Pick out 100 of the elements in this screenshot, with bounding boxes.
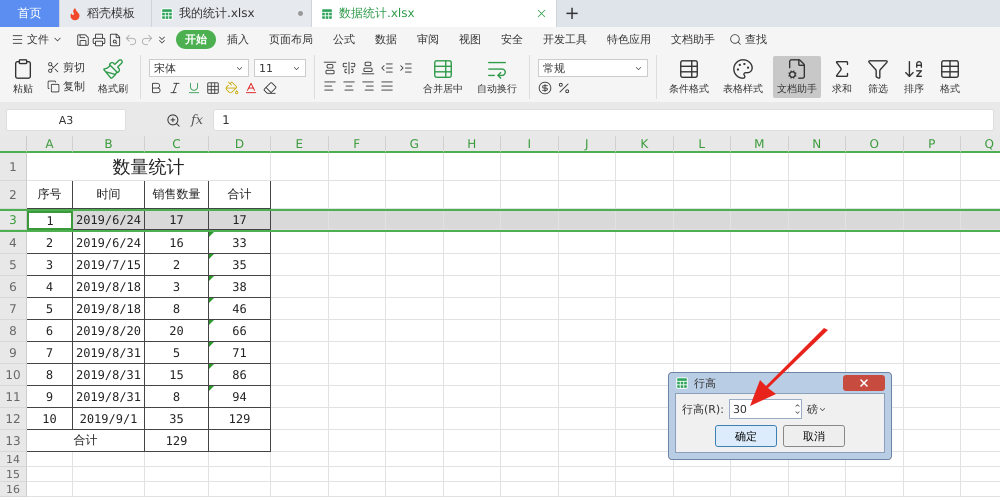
percent-icon[interactable]: [557, 81, 571, 95]
align-right-icon[interactable]: [361, 79, 375, 93]
close-button[interactable]: [843, 375, 885, 391]
save-icon[interactable]: [76, 32, 90, 46]
copy-button[interactable]: 复制: [44, 79, 88, 94]
font-size-select[interactable]: 11: [254, 59, 306, 77]
new-tab-button[interactable]: +: [557, 0, 587, 27]
format-painter-button[interactable]: 格式刷: [94, 56, 132, 98]
print-icon[interactable]: [92, 32, 106, 46]
eraser-icon[interactable]: [263, 81, 277, 95]
menu-tab[interactable]: 审阅: [408, 30, 448, 49]
ribbon-button[interactable]: 排序: [899, 56, 929, 98]
border-icon[interactable]: [206, 81, 220, 95]
menu-tab[interactable]: 开发工具: [534, 30, 596, 49]
table-cell[interactable]: 2019/6/24: [73, 211, 145, 230]
table-icon: [432, 58, 454, 80]
zoom-icon[interactable]: [166, 112, 181, 128]
menu-tab[interactable]: 公式: [324, 30, 364, 49]
row-number[interactable]: 2: [0, 181, 27, 209]
cancel-button[interactable]: 取消: [783, 425, 845, 447]
search-icon: [729, 33, 742, 46]
font-color-icon[interactable]: [244, 81, 258, 95]
name-box[interactable]: A3: [6, 109, 126, 131]
ribbon-button[interactable]: 筛选: [863, 56, 893, 98]
ribbon-button[interactable]: 表格样式: [719, 56, 767, 98]
ok-button[interactable]: 确定: [715, 425, 777, 447]
document-gear-icon: [786, 58, 808, 80]
number-format-select[interactable]: 常规: [538, 59, 648, 77]
paintbrush-icon: [102, 58, 124, 80]
row-number[interactable]: 4: [0, 232, 27, 254]
row-number[interactable]: 15: [0, 467, 27, 482]
table-cell[interactable]: 17: [209, 211, 271, 230]
document-tab[interactable]: 数据统计.xlsx: [312, 0, 557, 27]
align-middle-icon[interactable]: [342, 61, 356, 75]
copy-icon: [47, 80, 60, 93]
menu-tab[interactable]: 插入: [218, 30, 258, 49]
row-number[interactable]: 9: [0, 342, 27, 364]
row-number[interactable]: 13: [0, 430, 27, 452]
function-label[interactable]: fx: [191, 112, 204, 128]
unit-dropdown[interactable]: 磅: [806, 402, 827, 416]
table-cell[interactable]: 17: [145, 211, 209, 230]
select-all-corner[interactable]: [0, 136, 27, 153]
align-top-icon[interactable]: [323, 61, 337, 75]
table-icon: [678, 58, 700, 80]
align-bottom-icon[interactable]: [361, 61, 375, 75]
merge-center-button[interactable]: 合并居中: [419, 56, 467, 98]
document-tab[interactable]: 稻壳模板: [60, 0, 152, 27]
filter-icon: [867, 58, 889, 80]
row-number[interactable]: 14: [0, 452, 27, 467]
field-label: 行高(R):: [682, 402, 724, 416]
active-cell[interactable]: 1: [27, 211, 73, 230]
row-number[interactable]: 5: [0, 254, 27, 276]
flame-icon: [68, 6, 82, 20]
ribbon-button[interactable]: 文档助手: [773, 56, 821, 98]
currency-icon[interactable]: [538, 81, 552, 95]
underline-icon[interactable]: [187, 81, 201, 95]
menu-tab[interactable]: 数据: [366, 30, 406, 49]
bold-icon[interactable]: [149, 81, 163, 95]
menu-tab[interactable]: 文档助手: [662, 30, 724, 49]
document-tab[interactable]: 我的统计.xlsx: [152, 0, 312, 27]
row-height-field[interactable]: 30: [728, 399, 802, 419]
row-number[interactable]: 10: [0, 364, 27, 386]
ribbon-button[interactable]: 条件格式: [665, 56, 713, 98]
paste-button[interactable]: 粘贴: [8, 56, 38, 98]
search-button[interactable]: 查找: [726, 32, 770, 47]
print-preview-icon[interactable]: [108, 32, 122, 46]
indent-increase-icon[interactable]: [399, 61, 413, 75]
cut-button[interactable]: 剪切: [44, 60, 88, 75]
wrap-text-button[interactable]: 自动换行: [473, 56, 521, 98]
close-icon[interactable]: [535, 7, 548, 20]
menu-tab[interactable]: 页面布局: [260, 30, 322, 49]
row-number[interactable]: 1: [0, 153, 27, 181]
more-icon[interactable]: [156, 34, 168, 46]
menu-tab[interactable]: 安全: [492, 30, 532, 49]
clipboard-icon: [12, 58, 34, 80]
row-number[interactable]: 11: [0, 386, 27, 408]
align-left-icon[interactable]: [323, 79, 337, 93]
justify-icon[interactable]: [380, 79, 394, 93]
row-number[interactable]: 8: [0, 320, 27, 342]
fill-color-icon[interactable]: [225, 81, 239, 95]
ribbon-button[interactable]: 格式: [935, 56, 965, 98]
close-icon: [858, 377, 870, 389]
file-menu[interactable]: 文件: [8, 32, 66, 47]
palette-icon: [732, 58, 754, 80]
align-center-icon[interactable]: [342, 79, 356, 93]
row-number[interactable]: 16: [0, 482, 27, 497]
menu-icon: [11, 33, 24, 46]
italic-icon[interactable]: [168, 81, 182, 95]
formula-field[interactable]: 1: [213, 109, 994, 131]
row-number[interactable]: 6: [0, 276, 27, 298]
dot-icon: [298, 11, 303, 16]
menu-tab[interactable]: 特色应用: [598, 30, 660, 49]
menu-tab[interactable]: 视图: [450, 30, 490, 49]
ribbon-button[interactable]: 求和: [827, 56, 857, 98]
row-number[interactable]: 7: [0, 298, 27, 320]
spreadsheet-icon: [160, 6, 174, 20]
row-number[interactable]: 12: [0, 408, 27, 430]
indent-decrease-icon[interactable]: [380, 61, 394, 75]
font-name-select[interactable]: 宋体: [149, 59, 249, 77]
spinner-icon[interactable]: [794, 402, 801, 416]
